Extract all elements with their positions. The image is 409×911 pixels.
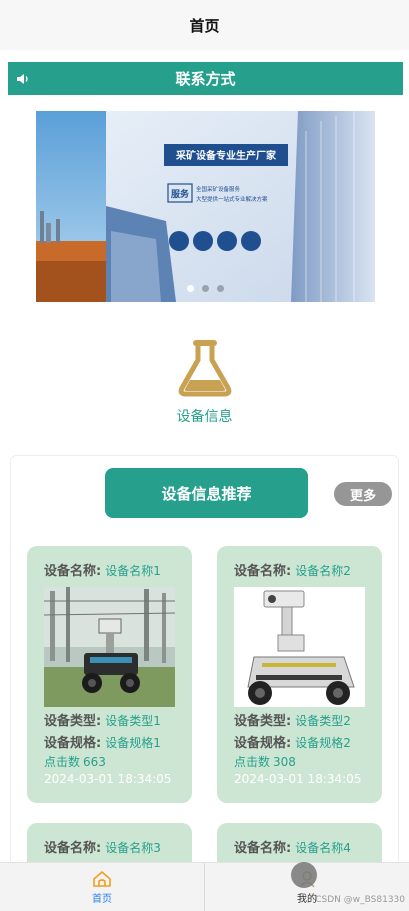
category-label: 设备信息 (176, 409, 233, 425)
clicks-label: 点击数 (44, 755, 81, 769)
name-value: 设备名称3 (105, 841, 161, 855)
clicks-value: 663 (83, 755, 106, 769)
notice-bar[interactable]: 联系方式 (8, 62, 403, 95)
card-type-row: 设备类型: 设备类型1 (44, 710, 175, 729)
category-entry[interactable]: 设备信息 (0, 336, 409, 426)
inspection-robot-white-image (234, 587, 365, 707)
card-date: 2024-03-01 18:34:05 (44, 772, 172, 786)
card-image[interactable] (44, 587, 175, 707)
name-value: 设备名称1 (105, 564, 161, 578)
banner-image: 采矿设备专业生产厂家 服务 全国采矿设备服务 大型提供一站式专业解决方案 (36, 111, 375, 302)
banner-carousel[interactable]: 采矿设备专业生产厂家 服务 全国采矿设备服务 大型提供一站式专业解决方案 (36, 111, 375, 302)
recommend-title-button[interactable]: 设备信息推荐 (105, 468, 308, 518)
name-value: 设备名称4 (295, 841, 351, 855)
tab-mine-label: 我的 (297, 893, 317, 905)
tab-home-label: 首页 (92, 893, 112, 905)
spec-label: 设备规格: (234, 736, 292, 751)
type-label: 设备类型: (234, 714, 292, 729)
inspection-robot-substation-image (44, 587, 175, 707)
tab-home[interactable]: 首页 (0, 863, 204, 911)
clicks-label: 点击数 (234, 755, 271, 769)
spec-value: 设备规格1 (105, 736, 161, 750)
name-label: 设备名称: (234, 564, 292, 579)
watermark: CSDN @w_BS81330 (315, 895, 405, 905)
equipment-card[interactable]: 设备名称: 设备名称2 设备类型: 设备类型2 设备规格: 设备规格2 点击数 … (217, 546, 382, 803)
speaker-icon (16, 73, 38, 85)
card-type-row: 设备类型: 设备类型2 (234, 710, 365, 729)
equipment-card[interactable]: 设备名称: 设备名称1 设备类型: 设备类型1 设备规格: 设备规格1 点击数 … (27, 546, 192, 803)
card-spec-row: 设备规格: 设备规格1 (44, 732, 175, 751)
banner-service-line1: 全国采矿设备服务 (196, 185, 241, 193)
banner-service-line2: 大型提供一站式专业解决方案 (196, 195, 268, 203)
spec-label: 设备规格: (44, 736, 102, 751)
card-name-row: 设备名称: 设备名称4 (234, 837, 365, 856)
spec-value: 设备规格2 (295, 736, 351, 750)
type-value: 设备类型1 (105, 714, 161, 728)
top-header: 首页 (0, 0, 409, 50)
name-label: 设备名称: (234, 841, 292, 856)
card-name-row: 设备名称: 设备名称1 (44, 560, 175, 579)
page-title: 首页 (189, 16, 220, 35)
card-date: 2024-03-01 18:34:05 (234, 772, 362, 786)
name-value: 设备名称2 (295, 564, 351, 578)
banner-headline: 采矿设备专业生产厂家 (175, 149, 277, 162)
banner-service-badge: 服务 (171, 188, 190, 200)
card-name-row: 设备名称: 设备名称3 (44, 837, 175, 856)
name-label: 设备名称: (44, 564, 102, 579)
more-button[interactable]: 更多 (334, 482, 392, 506)
notice-text: 联系方式 (175, 70, 236, 88)
clicks-value: 308 (273, 755, 296, 769)
page: 首页 联系方式 采矿设备专业生产厂家 服务 全国采矿设备服务 大型提供一站式专业… (0, 0, 409, 911)
recommend-panel: 设备信息推荐 更多 设备名称: 设备名称1 设备类型: 设备类型1 设备规格: … (10, 455, 399, 875)
click-count: 点击数 308 (234, 753, 365, 770)
carousel-dot[interactable] (217, 285, 224, 292)
type-value: 设备类型2 (295, 714, 351, 728)
type-label: 设备类型: (44, 714, 102, 729)
carousel-indicators (36, 285, 375, 292)
floating-button[interactable] (291, 862, 317, 888)
name-label: 设备名称: (44, 841, 102, 856)
carousel-dot[interactable] (202, 285, 209, 292)
card-image[interactable] (234, 587, 365, 707)
click-count: 点击数 663 (44, 753, 175, 770)
carousel-dot[interactable] (187, 285, 194, 292)
flask-icon (178, 340, 231, 397)
bottom-tab-bar: 首页 我的 CSDN @w_BS81330 (0, 862, 409, 911)
card-name-row: 设备名称: 设备名称2 (234, 560, 365, 579)
card-spec-row: 设备规格: 设备规格2 (234, 732, 365, 751)
home-icon (93, 870, 111, 887)
